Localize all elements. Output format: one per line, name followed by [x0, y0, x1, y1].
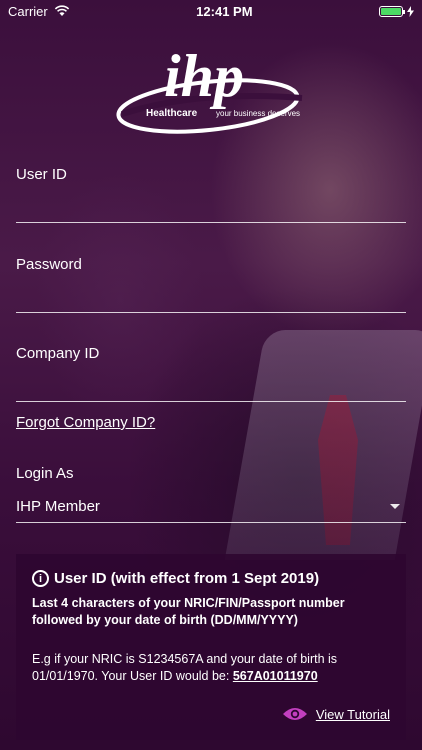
status-bar: Carrier 12:41 PM: [0, 0, 422, 22]
charging-icon: [406, 5, 414, 17]
info-example: E.g if your NRIC is S1234567A and your d…: [32, 651, 390, 685]
eye-icon: [282, 708, 307, 720]
password-underline: [16, 312, 406, 313]
password-input[interactable]: [16, 282, 406, 310]
logo-healthcare-text: Healthcare: [146, 108, 198, 119]
info-icon: i: [32, 570, 49, 587]
logo-tagline-text: your business deserves: [216, 109, 300, 118]
login-as-underline: [16, 522, 406, 523]
info-description: Last 4 characters of your NRIC/FIN/Passp…: [32, 596, 345, 627]
user-id-info-panel: i User ID (with effect from 1 Sept 2019)…: [16, 554, 406, 740]
status-left: Carrier: [8, 4, 70, 19]
forgot-company-id-link[interactable]: Forgot Company ID?: [16, 414, 155, 431]
info-title: User ID (with effect from 1 Sept 2019): [54, 570, 320, 587]
password-label: Password: [16, 256, 82, 273]
company-id-underline: [16, 401, 406, 402]
login-screen: ihp Healthcare your business deserves Us…: [0, 0, 422, 750]
view-tutorial-label: View Tutorial: [315, 706, 390, 722]
company-id-input[interactable]: [16, 371, 406, 399]
wifi-icon: [54, 5, 69, 16]
battery-icon: [378, 5, 405, 17]
carrier-label: Carrier: [8, 3, 48, 19]
user-id-label: User ID: [16, 166, 67, 183]
user-id-input[interactable]: [16, 192, 406, 220]
ihp-logo: ihp Healthcare your business deserves: [116, 43, 303, 134]
view-tutorial-link[interactable]: View Tutorial: [282, 706, 390, 722]
logo-brand-text: ihp: [164, 43, 244, 109]
company-id-label: Company ID: [16, 345, 100, 362]
login-as-select[interactable]: IHP Member: [16, 492, 406, 520]
dropdown-arrow-icon: [390, 503, 400, 509]
status-right: [378, 5, 414, 17]
info-example-user-id: 567A01011970: [232, 669, 318, 683]
login-as-value: IHP Member: [16, 497, 100, 515]
info-header: i User ID (with effect from 1 Sept 2019): [32, 570, 390, 587]
login-as-label: Login As: [16, 465, 74, 482]
status-time: 12:41 PM: [196, 3, 253, 19]
user-id-underline: [16, 222, 406, 223]
